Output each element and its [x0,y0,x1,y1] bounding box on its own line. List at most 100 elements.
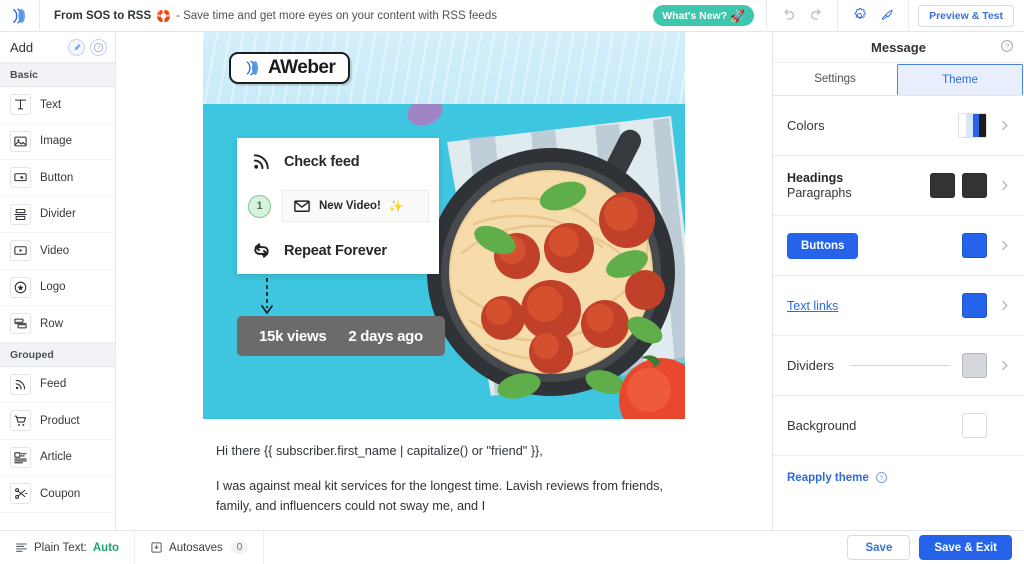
text-links-sample[interactable]: Text links [787,299,838,313]
row-icon [10,313,31,335]
swatch-group [962,233,987,258]
autosaves-cell[interactable]: Autosaves 0 [135,530,265,564]
chevron-right-icon[interactable] [998,119,1011,132]
save-and-exit-button[interactable]: Save & Exit [919,535,1012,560]
style-button[interactable] [873,3,901,29]
email-logo-chip: AWeber [229,52,351,84]
panel-row-main: Text links [787,299,962,313]
text-icon [10,94,31,116]
message-subject[interactable]: From SOS to RSS 🛟 - Save time and get mo… [40,10,653,22]
sidebar-item-label: Logo [40,281,66,294]
swatch-group [962,413,987,438]
sidebar-item-button[interactable]: Button [0,160,115,197]
sidebar-item-coupon[interactable]: Coupon [0,476,115,513]
reapply-theme-row[interactable]: Reapply theme ? [773,456,1024,499]
email-canvas[interactable]: AWeber Check feed 1 New Video! ✨ Repeat … [116,32,772,530]
flow-row-repeat-forever: Repeat Forever [237,227,439,274]
reapply-theme-link[interactable]: Reapply theme [787,472,869,484]
panel-row-buttons[interactable]: Buttons [773,216,1024,276]
sidebar-item-row[interactable]: Row [0,306,115,343]
panel-row-main: Colors [787,118,958,133]
color-swatch-1 [965,114,973,137]
swatch-0[interactable] [962,293,987,318]
sidebar-item-logo[interactable]: Logo [0,270,115,306]
background-label: Background [787,418,857,433]
whats-new-button[interactable]: What's New? 🚀 [653,5,755,26]
tab-settings[interactable]: Settings [773,63,897,95]
redo-button[interactable] [802,3,830,29]
sidebar-item-article[interactable]: Article [0,440,115,476]
plain-text-value: Auto [92,541,120,554]
preview-and-test-button[interactable]: Preview & Test [918,4,1014,27]
colors-swatch-strip[interactable] [958,113,987,138]
panel-help-icon[interactable]: ? [1000,39,1014,58]
history-group [766,0,837,32]
save-button[interactable]: Save [847,535,911,560]
email-logo-block[interactable]: AWeber [203,32,685,104]
sidebar-item-product[interactable]: Product [0,403,115,440]
flow-row-check-feed: Check feed [237,138,439,185]
new-video-pill: New Video! ✨ [282,190,429,222]
sidebar-item-video[interactable]: Video [0,233,115,270]
swatch-0[interactable] [962,353,987,378]
sidebar-item-feed[interactable]: Feed [0,367,115,403]
settings-button[interactable] [845,3,873,29]
chevron-right-icon[interactable] [998,299,1011,312]
add-elements-sidebar: Add ? Basic Text Image Button Divider Vi… [0,32,116,530]
sidebar-list: Feed Product Article Coupon [0,367,115,513]
swatch-1[interactable] [962,173,987,198]
pin-glyph-icon [73,43,81,51]
svg-text:?: ? [1005,42,1009,51]
chevron-right-icon[interactable] [998,179,1011,192]
swatch-0[interactable] [962,233,987,258]
article-icon [10,446,31,468]
sidebar-item-divider[interactable]: Divider [0,197,115,233]
feed-icon [10,373,31,395]
chevron-right-icon[interactable] [998,239,1011,252]
help-icon[interactable]: ? [875,471,888,484]
sidebar-item-text[interactable]: Text [0,87,115,124]
color-swatch-2 [972,114,980,137]
pin-icon[interactable] [68,38,85,56]
headings-label: Headings [787,171,844,185]
sidebar-item-label: Image [40,135,72,148]
sparkles-icon: ✨ [388,199,404,213]
step-number-badge: 1 [248,194,271,218]
panel-row-text-links[interactable]: Text links [773,276,1024,336]
sidebar-header: Add ? [0,32,115,63]
panel-row-headings[interactable]: Headings Paragraphs [773,156,1024,216]
paintbrush-icon [881,9,893,20]
tab-theme[interactable]: Theme [897,64,1023,95]
lifebuoy-icon: 🛟 [156,9,172,22]
sidebar-list: Text Image Button Divider Video Logo Row [0,87,115,343]
svg-text:?: ? [879,475,883,482]
coupon-icon [10,483,31,505]
style-group [837,0,908,32]
plain-text-icon [16,543,27,552]
swatch-0[interactable] [962,413,987,438]
sidebar-item-label: Article [40,451,72,464]
sidebar-item-image[interactable]: Image [0,124,115,160]
swatch-0[interactable] [930,173,955,198]
plain-text-cell[interactable]: Plain Text: Auto [0,530,136,564]
redo-icon [810,9,821,20]
sidebar-help-icon[interactable]: ? [90,38,107,56]
undo-button[interactable] [774,3,802,29]
chevron-right-icon[interactable] [998,359,1011,372]
panel-row-colors[interactable]: Colors [773,96,1024,156]
color-swatch-0 [959,114,966,137]
video-icon [10,240,31,262]
panel-row-main: Buttons [787,232,962,259]
panel-title: Message [871,39,926,55]
flow-repeat-label: Repeat Forever [284,242,387,259]
panel-row-background[interactable]: Background [773,396,1024,456]
panel-row-dividers[interactable]: Dividers [773,336,1024,396]
email-text-block[interactable]: Hi there {{ subscriber.first_name | capi… [203,419,685,517]
app-logo[interactable] [0,0,40,32]
color-swatch-3 [979,114,986,137]
email-hero-image[interactable]: Check feed 1 New Video! ✨ Repeat Forever… [203,104,685,419]
message-properties-panel: Message ? Settings Theme Colors Headings Pa… [772,32,1024,530]
preview-cell: Preview & Test [908,0,1024,32]
buttons-sample[interactable]: Buttons [787,232,859,259]
aweber-logo-icon [12,7,25,24]
